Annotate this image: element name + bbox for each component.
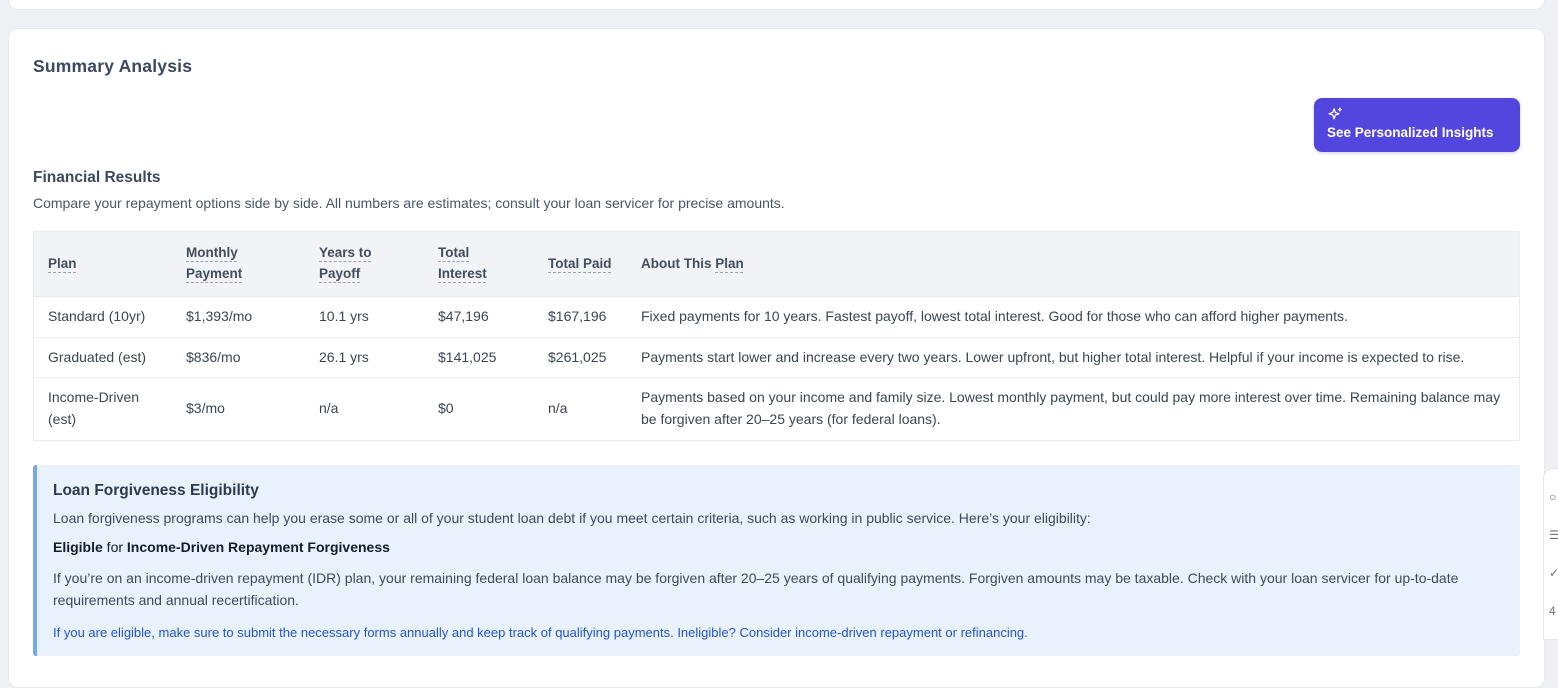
previous-card-edge bbox=[8, 0, 1545, 10]
financial-results-section: Financial Results Compare your repayment… bbox=[33, 169, 1520, 211]
interest-cell: $141,025 bbox=[424, 337, 534, 378]
clock-icon: ○ bbox=[1549, 491, 1556, 503]
financial-results-title: Financial Results bbox=[33, 169, 1520, 187]
total-interest-term[interactable]: Total Interest bbox=[438, 245, 487, 281]
years-cell: n/a bbox=[305, 378, 424, 440]
cutoff-side-widget[interactable]: ○ ☰ ✓ 4 bbox=[1543, 468, 1558, 640]
about-cell: Fixed payments for 10 years. Fastest pay… bbox=[627, 297, 1519, 338]
loan-forgiveness-title: Loan Forgiveness Eligibility bbox=[53, 482, 1502, 500]
eligibility-status: Eligible for Income-Driven Repayment For… bbox=[53, 539, 1502, 555]
loan-forgiveness-intro: Loan forgiveness programs can help you e… bbox=[53, 510, 1502, 526]
col-header-monthly-payment: Monthly Payment bbox=[172, 232, 305, 296]
col-header-total-interest: Total Interest bbox=[424, 232, 534, 296]
paid-cell: n/a bbox=[534, 378, 627, 440]
see-personalized-insights-label: See Personalized Insights bbox=[1327, 124, 1507, 142]
col-header-about-this-plan: About This Plan bbox=[627, 232, 1519, 296]
count-label: 4 bbox=[1549, 605, 1556, 617]
actions-row: See Personalized Insights bbox=[33, 98, 1520, 152]
about-cell: Payments start lower and increase every … bbox=[627, 337, 1519, 378]
repayment-plans-table: Plan Monthly Payment Years to Payoff Tot… bbox=[33, 231, 1520, 441]
table-row: Income-Driven (est) $3/mo n/a $0 n/a Pay… bbox=[34, 378, 1519, 440]
list-icon: ☰ bbox=[1549, 529, 1558, 541]
monthly-cell: $1,393/mo bbox=[172, 297, 305, 338]
plan-cell: Standard (10yr) bbox=[34, 297, 172, 338]
paid-cell: $167,196 bbox=[534, 297, 627, 338]
plan-cell: Income-Driven (est) bbox=[34, 378, 172, 440]
plan-cell: Graduated (est) bbox=[34, 337, 172, 378]
col-header-years-to-payoff: Years to Payoff bbox=[305, 232, 424, 296]
eligible-label: Eligible bbox=[53, 539, 103, 555]
financial-results-subtitle: Compare your repayment options side by s… bbox=[33, 195, 1520, 211]
col-header-plan: Plan bbox=[34, 232, 172, 296]
page-title: Summary Analysis bbox=[33, 56, 1520, 77]
sparkles-icon bbox=[1327, 106, 1344, 123]
monthly-cell: $836/mo bbox=[172, 337, 305, 378]
status-connector: for bbox=[103, 539, 127, 555]
see-personalized-insights-button[interactable]: See Personalized Insights bbox=[1314, 98, 1520, 152]
years-cell: 26.1 yrs bbox=[305, 337, 424, 378]
table-header-row: Plan Monthly Payment Years to Payoff Tot… bbox=[34, 232, 1519, 296]
col-header-total-paid: Total Paid bbox=[534, 232, 627, 296]
interest-cell: $47,196 bbox=[424, 297, 534, 338]
total-paid-term[interactable]: Total Paid bbox=[548, 256, 612, 271]
monthly-cell: $3/mo bbox=[172, 378, 305, 440]
check-icon: ✓ bbox=[1549, 567, 1558, 579]
years-to-payoff-term[interactable]: Years to Payoff bbox=[319, 245, 372, 281]
about-cell: Payments based on your income and family… bbox=[627, 378, 1519, 440]
table-row: Graduated (est) $836/mo 26.1 yrs $141,02… bbox=[34, 337, 1519, 378]
interest-cell: $0 bbox=[424, 378, 534, 440]
plan-term[interactable]: Plan bbox=[48, 256, 77, 271]
eligibility-details: If you’re on an income-driven repayment … bbox=[53, 568, 1502, 611]
summary-analysis-card: Summary Analysis See Personalized Insigh… bbox=[8, 28, 1545, 688]
loan-forgiveness-panel: Loan Forgiveness Eligibility Loan forgiv… bbox=[33, 465, 1520, 656]
paid-cell: $261,025 bbox=[534, 337, 627, 378]
about-plan-term[interactable]: Plan bbox=[715, 256, 744, 271]
about-prefix: About This bbox=[641, 256, 715, 271]
monthly-payment-term[interactable]: Monthly Payment bbox=[186, 245, 242, 281]
table-row: Standard (10yr) $1,393/mo 10.1 yrs $47,1… bbox=[34, 297, 1519, 338]
years-cell: 10.1 yrs bbox=[305, 297, 424, 338]
program-label: Income-Driven Repayment Forgiveness bbox=[127, 539, 390, 555]
